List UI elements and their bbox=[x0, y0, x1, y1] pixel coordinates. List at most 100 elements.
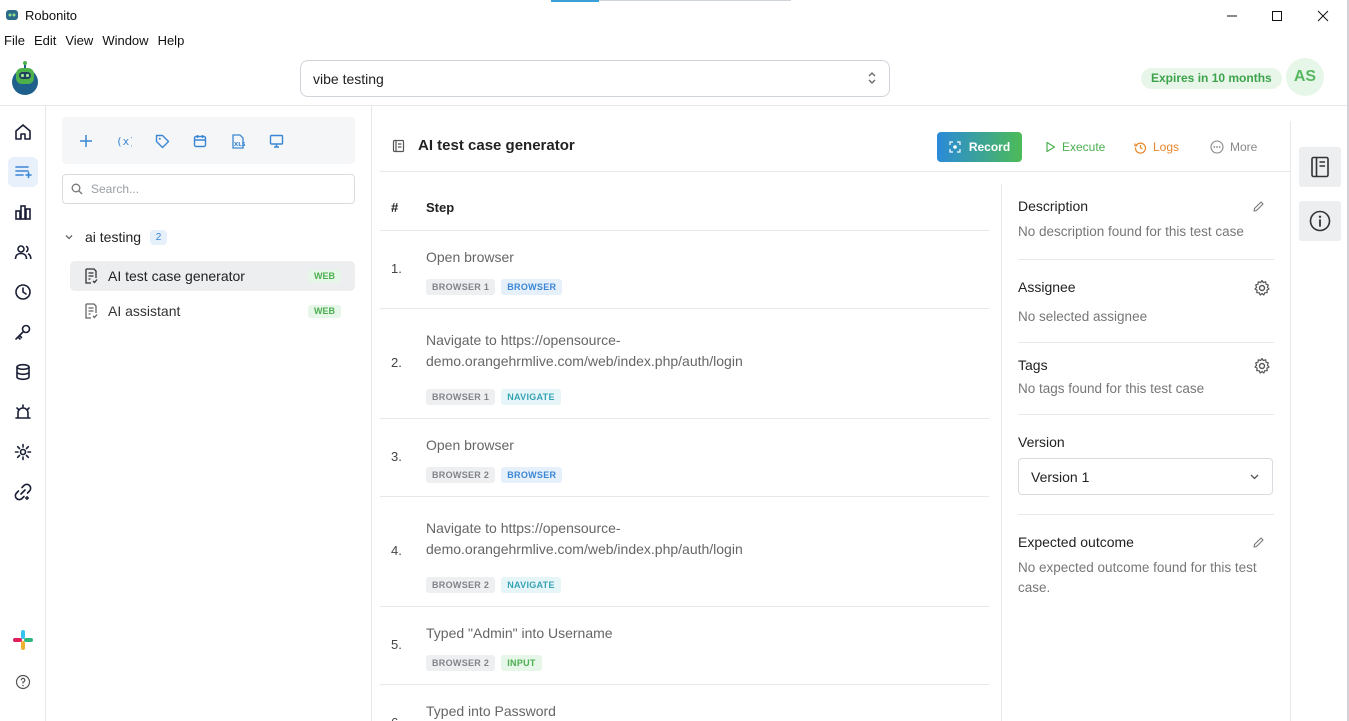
divider bbox=[1018, 342, 1274, 343]
edit-pencil-icon[interactable] bbox=[1252, 536, 1265, 549]
right-panel bbox=[1290, 121, 1349, 721]
main-content: AI test case generator Record Execute Lo… bbox=[372, 106, 1290, 721]
tab-indicator-line bbox=[599, 0, 791, 1]
column-step: Step bbox=[426, 200, 455, 215]
step-title: Open browser bbox=[426, 249, 514, 265]
version-select-value: Version 1 bbox=[1031, 469, 1090, 485]
step-row[interactable]: 6. Typed into Password bbox=[380, 685, 989, 721]
key-icon[interactable] bbox=[8, 317, 38, 347]
tree-item-ai-test-case-generator[interactable]: AI test case generator WEB bbox=[70, 261, 355, 291]
integrations-icon[interactable] bbox=[8, 477, 38, 507]
panel-divider[interactable] bbox=[1001, 184, 1002, 721]
project-select[interactable]: vibe testing bbox=[300, 60, 890, 97]
tags-label: Tags bbox=[1018, 357, 1048, 373]
version-select[interactable]: Version 1 bbox=[1018, 458, 1273, 495]
divider bbox=[1018, 414, 1274, 415]
tree-item-label: AI assistant bbox=[108, 303, 181, 319]
description-label: Description bbox=[1018, 198, 1089, 214]
test-cases-icon[interactable] bbox=[8, 157, 38, 187]
notebook-button[interactable] bbox=[1299, 147, 1341, 187]
monitor-icon[interactable] bbox=[267, 132, 285, 150]
close-button[interactable] bbox=[1300, 0, 1346, 31]
help-icon[interactable] bbox=[8, 667, 38, 697]
step-number: 2. bbox=[391, 355, 402, 370]
record-button[interactable]: Record bbox=[937, 132, 1022, 162]
search-icon bbox=[71, 183, 83, 195]
tags-section: Tags No tags found for this test case bbox=[1018, 357, 1274, 399]
step-row[interactable]: 5. Typed "Admin" into Username BROWSER 2… bbox=[380, 607, 989, 685]
step-number: 3. bbox=[391, 449, 402, 464]
reports-icon[interactable] bbox=[8, 197, 38, 227]
search-placeholder: Search... bbox=[91, 182, 140, 196]
left-nav bbox=[0, 106, 46, 721]
folder-ai-testing[interactable]: ai testing 2 bbox=[64, 227, 168, 247]
settings-icon[interactable] bbox=[8, 437, 38, 467]
search-input[interactable]: Search... bbox=[62, 174, 355, 204]
history-icon[interactable] bbox=[8, 277, 38, 307]
excel-file-icon[interactable]: XLS bbox=[229, 132, 247, 150]
user-avatar[interactable]: AS bbox=[1286, 58, 1324, 96]
maximize-button[interactable] bbox=[1254, 0, 1300, 31]
logs-button[interactable]: Logs bbox=[1134, 132, 1179, 162]
database-icon[interactable] bbox=[8, 357, 38, 387]
tree-item-ai-assistant[interactable]: AI assistant WEB bbox=[70, 296, 355, 326]
add-icon[interactable] bbox=[77, 132, 95, 150]
users-icon[interactable] bbox=[8, 237, 38, 267]
folder-count-badge: 2 bbox=[150, 229, 168, 245]
description-value: No description found for this test case bbox=[1018, 224, 1244, 239]
menu-window[interactable]: Window bbox=[98, 31, 153, 51]
expected-outcome-label: Expected outcome bbox=[1018, 534, 1134, 550]
info-button[interactable] bbox=[1299, 201, 1341, 241]
web-badge: WEB bbox=[308, 305, 341, 318]
edit-pencil-icon[interactable] bbox=[1252, 200, 1265, 213]
steps-table-header: # Step bbox=[380, 172, 989, 231]
step-browser-tag: BROWSER 2 bbox=[426, 655, 496, 671]
gear-icon[interactable] bbox=[1253, 279, 1271, 297]
variables-icon[interactable]: (x) bbox=[115, 132, 133, 150]
minimize-button[interactable] bbox=[1209, 0, 1255, 31]
step-row[interactable]: 1. Open browser BROWSER 1 BROWSER bbox=[380, 231, 989, 309]
step-row[interactable]: 3. Open browser BROWSER 2 BROWSER bbox=[380, 419, 989, 497]
menu-help[interactable]: Help bbox=[154, 31, 190, 51]
app-icon bbox=[5, 8, 19, 22]
project-select-value: vibe testing bbox=[313, 71, 384, 87]
logs-label: Logs bbox=[1153, 140, 1180, 154]
step-row[interactable]: 4. Navigate to https://opensource-demo.o… bbox=[380, 497, 989, 607]
svg-text:(x): (x) bbox=[116, 135, 132, 148]
folder-label: ai testing bbox=[85, 229, 142, 245]
assignee-label: Assignee bbox=[1018, 279, 1076, 295]
menu-view[interactable]: View bbox=[61, 31, 98, 51]
step-number: 6. bbox=[391, 715, 402, 721]
step-title: Typed into Password bbox=[426, 703, 556, 719]
test-case-title: AI test case generator bbox=[418, 137, 575, 154]
robonito-logo[interactable] bbox=[9, 60, 42, 96]
menu-edit[interactable]: Edit bbox=[30, 31, 61, 51]
info-icon bbox=[1309, 210, 1331, 232]
menu-file[interactable]: File bbox=[0, 31, 30, 51]
minimize-icon bbox=[1227, 15, 1237, 16]
maximize-icon bbox=[1272, 10, 1282, 21]
more-icon bbox=[1210, 140, 1224, 154]
more-button[interactable]: More bbox=[1210, 132, 1257, 162]
test-case-sidebar: (x) XLS Search... ai testing 2 AI test c… bbox=[46, 106, 372, 721]
sidebar-toolbar: (x) XLS bbox=[62, 117, 355, 164]
column-number: # bbox=[391, 200, 399, 215]
home-icon[interactable] bbox=[8, 117, 38, 147]
execute-button[interactable]: Execute bbox=[1045, 132, 1105, 162]
step-browser-tag: BROWSER 2 bbox=[426, 467, 496, 483]
step-number: 4. bbox=[391, 543, 402, 558]
tag-icon[interactable] bbox=[153, 132, 171, 150]
step-row[interactable]: 2. Navigate to https://opensource-demo.o… bbox=[380, 309, 989, 419]
step-action-tag: BROWSER bbox=[501, 279, 563, 295]
calendar-icon[interactable] bbox=[191, 132, 209, 150]
step-browser-tag: BROWSER 1 bbox=[426, 389, 496, 405]
alarm-icon[interactable] bbox=[8, 397, 38, 427]
chevron-down-icon bbox=[1249, 471, 1260, 482]
gear-icon[interactable] bbox=[1253, 357, 1271, 375]
svg-text:XLS: XLS bbox=[234, 142, 245, 148]
chevron-down-icon[interactable] bbox=[64, 232, 74, 242]
chevron-up-down-icon bbox=[867, 71, 877, 85]
slack-icon[interactable] bbox=[8, 625, 38, 655]
notebook-icon bbox=[1310, 156, 1330, 178]
description-section: Description No description found for thi… bbox=[1018, 198, 1274, 242]
